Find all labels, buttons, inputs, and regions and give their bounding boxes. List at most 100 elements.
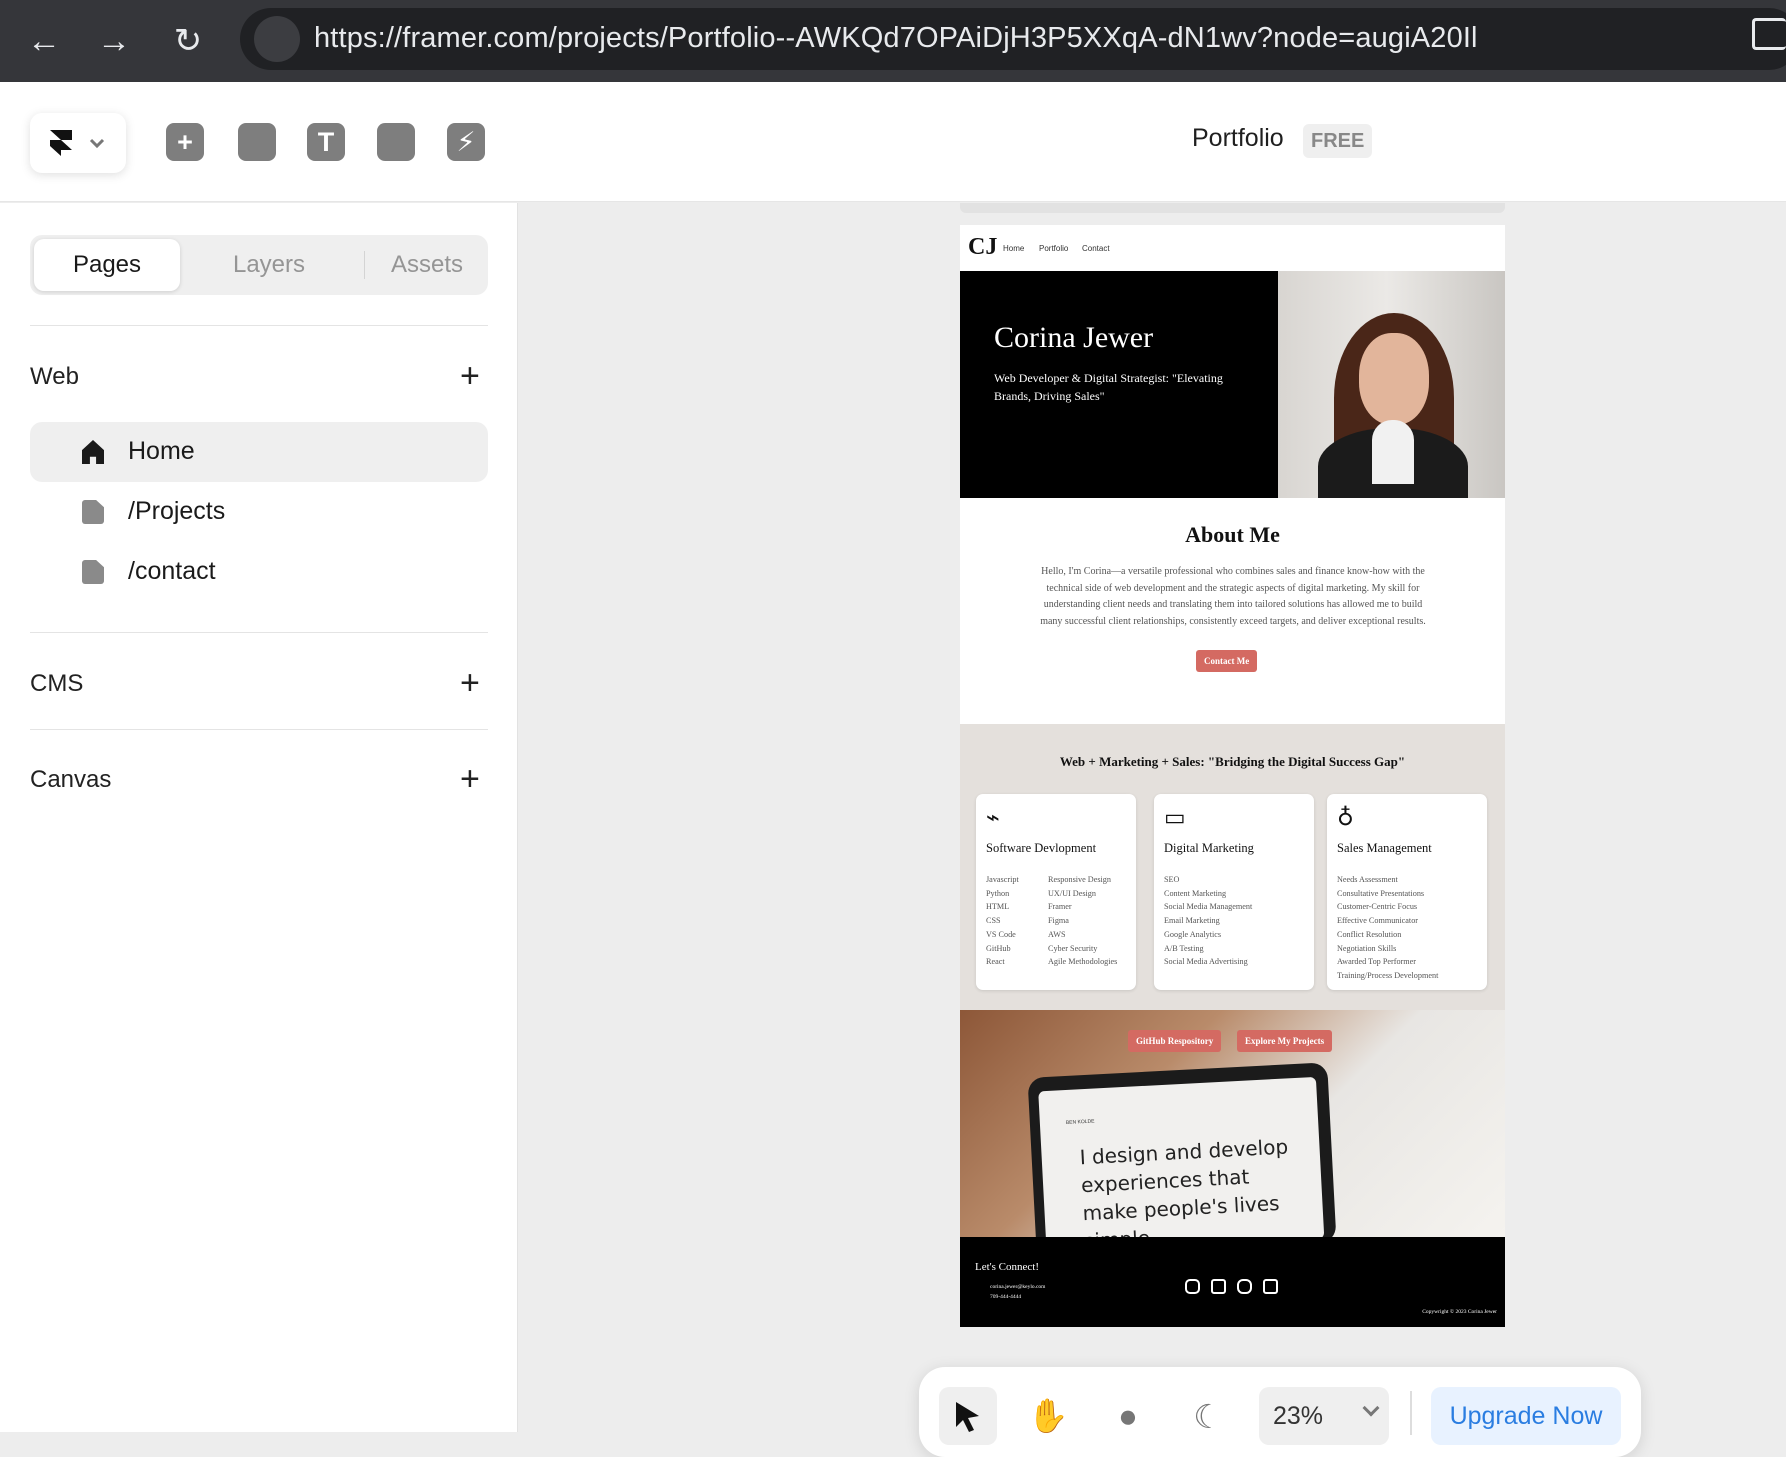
facebook-icon[interactable] — [1263, 1279, 1278, 1294]
page-item-label: /contact — [128, 557, 216, 585]
page-item-home[interactable]: Home — [30, 422, 488, 482]
canvas-toolbar: ✋ ● ☾ 23% Upgrade Now — [919, 1367, 1641, 1457]
contact-me-button[interactable]: Contact Me — [1196, 650, 1258, 672]
skills-title: Web + Marketing + Sales: "Bridging the D… — [1059, 754, 1406, 769]
section-canvas-title: Canvas — [30, 766, 112, 793]
forward-button[interactable]: → — [88, 15, 140, 67]
tab-assets-label: Assets — [390, 251, 464, 278]
hero-subtitle: Web Developer & Digital Strategist: "Ele… — [994, 371, 1223, 403]
skill-list: Responsive Design UX/UI Design Framer Figma… — [1048, 873, 1117, 969]
divider — [30, 325, 488, 326]
install-app-icon[interactable] — [1752, 18, 1786, 50]
about-text: Hello, I'm Corina—a versatile profession… — [1040, 566, 1426, 627]
tab-assets[interactable]: Assets — [370, 239, 484, 291]
skill-item: A/B Testing — [1164, 943, 1204, 953]
home-icon — [82, 440, 104, 464]
interactions-icon[interactable]: ⚡ — [447, 123, 485, 161]
skill-item: Awarded Top Performer — [1337, 957, 1417, 967]
skill-item: GitHub — [986, 943, 1011, 953]
reload-icon: ↻ — [173, 22, 203, 60]
skill-card-title: Sales Management — [1337, 841, 1432, 855]
hand-tool-button[interactable]: ✋ — [1019, 1387, 1077, 1445]
profile-photo — [1278, 271, 1505, 498]
dark-mode-button[interactable]: ☾ — [1179, 1387, 1237, 1445]
select-tool-button[interactable] — [939, 1387, 997, 1445]
footer-email[interactable]: corina.jewer@keylo.com — [990, 1284, 1045, 1290]
site-settings-icon[interactable] — [254, 16, 300, 62]
frame-top-handle[interactable] — [960, 203, 1505, 213]
photo-collar — [1372, 420, 1414, 484]
skill-card-marketing: ▭ Digital Marketing SEO Content Marketing… — [1154, 794, 1314, 990]
skills-section: Web + Marketing + Sales: "Bridging the D… — [960, 724, 1505, 1010]
instagram-icon[interactable] — [1185, 1279, 1200, 1294]
plan-badge: FREE — [1303, 124, 1373, 158]
skill-item: Social Media Management — [1164, 902, 1253, 912]
skill-card-sales: ♁ Sales Management Needs Assessment Consu… — [1327, 794, 1487, 990]
cms-icon[interactable] — [377, 123, 415, 161]
skill-item: Conflict Resolution — [1337, 929, 1402, 939]
github-repository-button[interactable]: GitHub Respository — [1128, 1030, 1222, 1052]
browser-bar: ← → ↻ https://framer.com/projects/Portfo… — [0, 0, 1786, 82]
pointer-icon — [956, 1402, 979, 1432]
add-cms-button[interactable]: + — [460, 666, 480, 700]
skill-item: Responsive Design — [1048, 875, 1111, 884]
design-canvas[interactable]: CJ Home Portfolio Contact Corina Jewer W… — [519, 203, 1786, 1432]
page-item-contact[interactable]: /contact — [30, 542, 488, 602]
site-preview-frame[interactable]: CJ Home Portfolio Contact Corina Jewer W… — [960, 225, 1505, 1327]
nav-link-portfolio[interactable]: Portfolio — [1039, 244, 1068, 253]
skill-item: Customer-Centric Focus — [1337, 902, 1418, 912]
skill-item: Python — [986, 888, 1010, 898]
section-cms-title: CMS — [30, 670, 84, 697]
forward-arrow-icon: → — [97, 21, 131, 60]
skill-item: Content Marketing — [1164, 888, 1227, 898]
skill-list: Javascript Python HTML CSS VS Code GitHub Reac… — [986, 873, 1019, 969]
zoom-dropdown[interactable]: 23% — [1259, 1387, 1389, 1445]
skill-item: Email Marketing — [1164, 916, 1220, 926]
skill-list: Needs Assessment Consultative Presentatio… — [1337, 873, 1438, 983]
skill-card-software: ⌁ Software Devlopment Javascript Python HT… — [976, 794, 1136, 990]
skill-item: Figma — [1048, 916, 1069, 926]
footer-phone[interactable]: 709-444-4444 — [990, 1294, 1021, 1300]
skill-item: Framer — [1048, 902, 1072, 912]
reload-button[interactable]: ↻ — [162, 15, 214, 67]
text-icon[interactable]: T — [307, 123, 345, 161]
upgrade-now-button[interactable]: Upgrade Now — [1431, 1387, 1621, 1445]
divider — [30, 632, 488, 633]
insert-icon[interactable]: + — [166, 123, 204, 161]
linkedin-icon[interactable] — [1211, 1279, 1226, 1294]
skill-item: Training/Process Development — [1337, 970, 1439, 980]
tab-divider — [364, 251, 365, 279]
page-item-projects[interactable]: /Projects — [30, 482, 488, 542]
skill-item: React — [986, 957, 1005, 967]
skill-item: Cyber Security — [1048, 943, 1098, 953]
monitor-icon: ▭ — [1164, 805, 1186, 831]
tab-layers-label: Layers — [232, 251, 306, 278]
toolbar-divider — [1410, 1391, 1412, 1435]
add-canvas-button[interactable]: + — [460, 762, 480, 796]
tab-layers[interactable]: Layers — [184, 239, 354, 291]
divider — [30, 729, 488, 730]
layout-icon[interactable] — [238, 123, 276, 161]
skill-item: Consultative Presentations — [1337, 888, 1425, 898]
footer-title: Let's Connect! — [975, 1261, 1039, 1273]
github-icon: ⌁ — [986, 805, 1000, 831]
laptop-image: BEN KOLDE I design and develop experienc… — [1027, 1062, 1337, 1237]
explore-projects-button[interactable]: Explore My Projects — [1237, 1030, 1333, 1052]
nav-link-contact[interactable]: Contact — [1082, 244, 1110, 253]
project-title[interactable]: Portfolio — [1192, 124, 1284, 153]
projects-banner: GitHub Respository Explore My Projects B… — [960, 1010, 1505, 1237]
skill-item: Javascript — [986, 875, 1019, 884]
tab-pages[interactable]: Pages — [34, 239, 180, 291]
nav-link-home[interactable]: Home — [1003, 244, 1024, 253]
site-logo[interactable]: CJ — [968, 234, 997, 261]
address-bar[interactable]: https://framer.com/projects/Portfolio--A… — [240, 8, 1786, 70]
laptop-screen: BEN KOLDE I design and develop experienc… — [1038, 1076, 1325, 1237]
left-sidebar: Pages Layers Assets Web + Home /Projects… — [0, 203, 518, 1432]
laptop-brand: BEN KOLDE — [1065, 1118, 1095, 1127]
url-text[interactable]: https://framer.com/projects/Portfolio--A… — [314, 22, 1478, 55]
back-button[interactable]: ← — [18, 15, 70, 67]
framer-menu-button[interactable] — [30, 113, 126, 173]
comment-tool-button[interactable]: ● — [1099, 1387, 1157, 1445]
add-page-button[interactable]: + — [460, 359, 480, 393]
youtube-icon[interactable] — [1237, 1279, 1252, 1294]
